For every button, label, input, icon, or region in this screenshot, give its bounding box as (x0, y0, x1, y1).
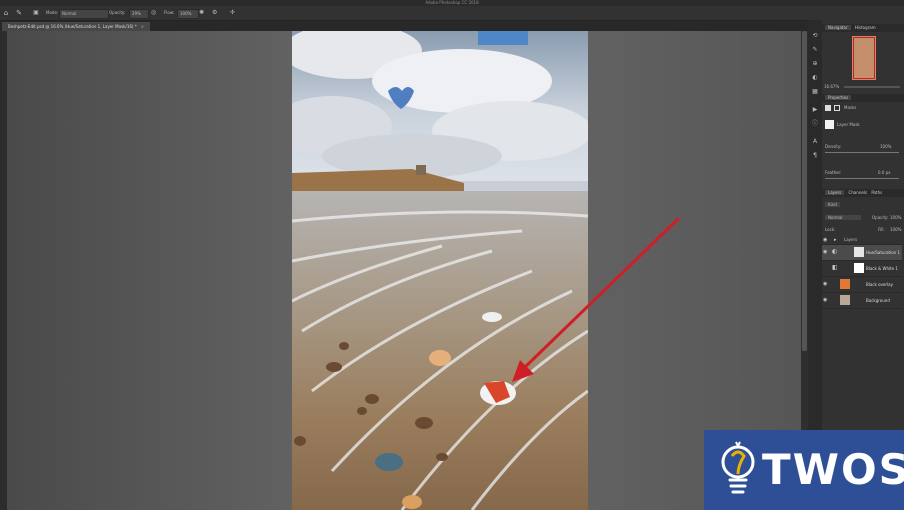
lock-label: Lock: (825, 227, 836, 232)
blend-mode-select[interactable]: Normal (825, 215, 861, 220)
tab-layers[interactable]: Layers (825, 190, 845, 195)
layer-row[interactable]: ◧ Black & White 1 (822, 261, 902, 277)
history-icon[interactable]: ⟲ (811, 32, 819, 40)
fill-label: Fill: (878, 227, 885, 232)
scrollbar-thumb[interactable] (802, 31, 807, 351)
navigator-zoom-slider[interactable] (844, 86, 900, 88)
tab-channels[interactable]: Channels (849, 190, 868, 195)
layer-row[interactable]: ◉ Black overlay (822, 277, 902, 293)
feather-value[interactable]: 0.0 px (878, 170, 891, 175)
adjustment-layer-icon: ◧ (832, 264, 838, 271)
swatches-icon[interactable]: ▦ (811, 88, 819, 96)
navigator-panel-header: Navigator Histogram (822, 24, 904, 32)
layer-group-row[interactable]: ◉ ▸ Layers (822, 236, 902, 245)
density-slider[interactable] (825, 152, 899, 153)
layers-panel-header: Layers Channels Paths (822, 189, 904, 197)
layer-name: Black overlay (866, 282, 893, 287)
layer-row[interactable]: ◉ ◐ Hue/Saturation 1 (822, 245, 902, 261)
layer-name: Hue/Saturation 1 (866, 250, 901, 255)
layer-thumbnail[interactable] (840, 279, 850, 289)
masks-label: Masks (844, 105, 857, 110)
eye-icon[interactable]: ◉ (823, 297, 829, 303)
layer-opacity-label: Opacity: (872, 215, 889, 220)
paragraph-icon[interactable]: ¶ (811, 152, 819, 160)
layer-mask-thumbnail[interactable] (854, 263, 864, 273)
density-label: Density: (825, 144, 842, 149)
layer-opacity-value[interactable]: 100% (890, 215, 901, 220)
navigator-view-box[interactable] (853, 37, 875, 79)
folder-icon: ▸ (834, 237, 837, 243)
adjustments-icon[interactable]: ◐ (811, 74, 819, 82)
tab-paths[interactable]: Paths (871, 190, 882, 195)
layer-mask-thumbnail[interactable] (854, 247, 864, 257)
properties-panel-header: Properties (822, 94, 904, 102)
adjustment-layer-icon: ◐ (832, 248, 838, 255)
character-icon[interactable]: A (811, 138, 819, 146)
layer-row[interactable]: ◉ Background (822, 293, 902, 309)
properties-title: Properties (825, 95, 852, 100)
feather-label: Feather: (825, 170, 842, 175)
clone-source-icon[interactable]: ⊕ (811, 60, 819, 68)
actions-icon[interactable]: ▶ (811, 106, 819, 114)
tab-histogram[interactable]: Histogram (855, 25, 876, 30)
layer-group-name: Layers (844, 237, 858, 242)
vector-mask-icon[interactable] (834, 105, 840, 111)
eye-icon[interactable]: ◉ (823, 237, 827, 243)
layer-name: Black & White 1 (866, 266, 898, 271)
info-icon[interactable]: ⓘ (811, 120, 819, 128)
lightbulb-logo-icon (721, 441, 755, 494)
fill-value[interactable]: 100% (890, 227, 901, 232)
tab-navigator[interactable]: Navigator (825, 25, 851, 30)
layer-mask-thumb[interactable] (825, 120, 834, 129)
watermark-text: TWOS (762, 445, 904, 494)
pixel-mask-icon[interactable] (825, 105, 831, 111)
eye-icon[interactable]: ◉ (823, 281, 829, 287)
brush-settings-icon[interactable]: ✎ (811, 46, 819, 54)
filter-kind-select[interactable]: Kind (825, 202, 840, 207)
navigator-zoom[interactable]: 16.67% (824, 84, 839, 89)
layer-name: Background (866, 298, 890, 303)
layer-thumbnail[interactable] (840, 295, 850, 305)
layer-mask-label: Layer Mask (837, 122, 860, 127)
feather-slider[interactable] (825, 178, 899, 179)
density-value[interactable]: 100% (880, 144, 891, 149)
eye-icon[interactable]: ◉ (823, 249, 829, 255)
